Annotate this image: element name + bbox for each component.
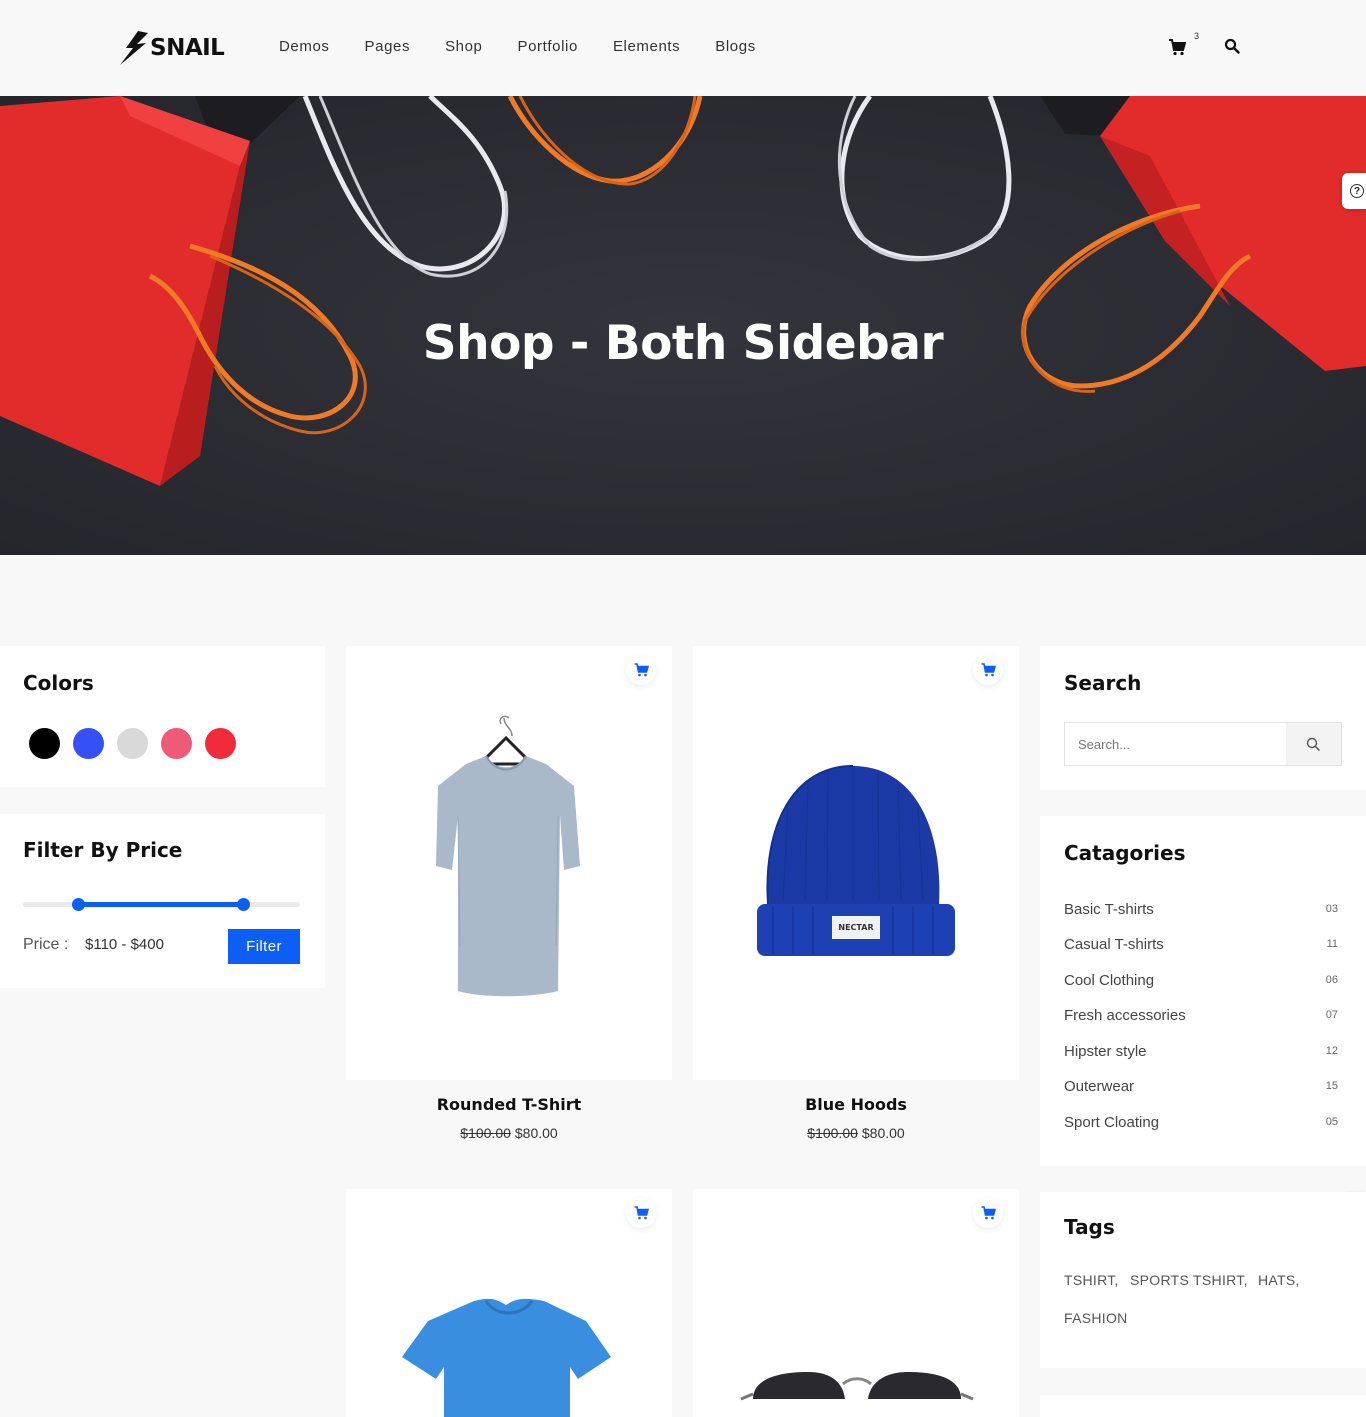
color-swatch-red[interactable] — [205, 728, 236, 759]
product-old-price: $100.00 — [460, 1125, 511, 1141]
main-nav: Demos Pages Shop Portfolio Elements Blog… — [279, 38, 791, 55]
category-label: Cool Clothing — [1064, 972, 1155, 989]
bolt-logo-icon — [120, 31, 148, 65]
color-swatch-black[interactable] — [29, 728, 60, 759]
search-widget: Search — [1040, 646, 1366, 790]
tag-link[interactable]: TSHIRT, — [1064, 1272, 1119, 1288]
search-icon — [1306, 737, 1321, 751]
category-item[interactable]: Cool Clothing 06 — [1064, 972, 1338, 989]
colors-widget: Colors — [0, 646, 325, 787]
product-card[interactable]: NECTAR Blue Hoods $100.00 $80.00 — [693, 646, 1019, 1146]
site-header: SNAIL Demos Pages Shop Portfolio Element… — [0, 0, 1366, 96]
category-count: 11 — [1326, 938, 1338, 950]
product-sale-price: $80.00 — [514, 1125, 558, 1141]
category-count: 15 — [1325, 1080, 1338, 1092]
next-widget — [1040, 1395, 1366, 1417]
add-to-cart-button[interactable] — [973, 655, 1003, 685]
filter-button[interactable]: Filter — [228, 929, 300, 964]
cart-icon — [634, 663, 649, 677]
category-count: 05 — [1325, 1116, 1338, 1128]
product-old-price: $100.00 — [807, 1125, 858, 1141]
tags-widget: Tags TSHIRT, SPORTS TSHIRT, HATS, FASHIO… — [1040, 1192, 1366, 1368]
category-count: 12 — [1325, 1045, 1338, 1057]
categories-widget: Catagories Basic T-shirts 03 Casual T-shi… — [1040, 816, 1366, 1166]
cart-icon — [981, 1206, 996, 1220]
category-item[interactable]: Hipster style 12 — [1064, 1043, 1338, 1060]
nav-shop[interactable]: Shop — [445, 38, 482, 55]
tag-link[interactable]: SPORTS TSHIRT, — [1130, 1272, 1248, 1288]
color-swatch-blue[interactable] — [73, 728, 104, 759]
brand-logo[interactable]: SNAIL — [118, 30, 225, 66]
search-submit-button[interactable] — [1286, 723, 1341, 765]
colors-title: Colors — [23, 671, 94, 695]
price-range-slider[interactable] — [23, 898, 300, 911]
category-count: 06 — [1325, 974, 1338, 986]
product-name[interactable]: Blue Hoods — [693, 1095, 1019, 1114]
nav-pages[interactable]: Pages — [365, 38, 411, 55]
search-title: Search — [1064, 671, 1142, 695]
category-item[interactable]: Casual T-shirts 11 — [1064, 936, 1338, 953]
category-label: Basic T-shirts — [1064, 901, 1154, 918]
tag-link[interactable]: HATS, — [1258, 1272, 1300, 1288]
product-sale-price: $80.00 — [861, 1125, 905, 1141]
color-swatch-gray[interactable] — [117, 728, 148, 759]
sunglasses-image — [740, 1372, 974, 1401]
price-range-value: $110 - $400 — [85, 936, 164, 953]
tshirt-image — [436, 715, 580, 997]
category-count: 07 — [1325, 1009, 1338, 1021]
product-image[interactable]: NECTAR — [693, 646, 1019, 1080]
nav-demos[interactable]: Demos — [279, 38, 330, 55]
categories-title: Catagories — [1064, 841, 1186, 865]
product-image[interactable] — [346, 1189, 672, 1417]
price-min-handle[interactable] — [72, 898, 86, 911]
product-card[interactable] — [346, 1189, 672, 1417]
category-item[interactable]: Basic T-shirts 03 — [1064, 901, 1338, 918]
hero-banner: Shop - Both Sidebar — [0, 96, 1366, 555]
search-icon[interactable] — [1224, 38, 1240, 54]
category-label: Hipster style — [1064, 1043, 1147, 1060]
price-filter-title: Filter By Price — [23, 838, 183, 862]
category-label: Casual T-shirts — [1064, 936, 1164, 953]
cart-icon — [981, 663, 996, 677]
nav-blogs[interactable]: Blogs — [715, 38, 756, 55]
tags-title: Tags — [1064, 1215, 1115, 1239]
product-card[interactable]: Rounded T-Shirt $100.00 $80.00 — [346, 646, 672, 1146]
blue-tshirt-image — [402, 1298, 611, 1417]
category-label: Fresh accessories — [1064, 1007, 1186, 1024]
help-button[interactable]: ? — [1342, 173, 1366, 209]
product-image[interactable] — [693, 1189, 1019, 1417]
product-price: $100.00 $80.00 — [346, 1125, 672, 1141]
category-count: 03 — [1325, 903, 1338, 915]
cart-icon — [634, 1206, 649, 1220]
cart-count-badge: 3 — [1194, 31, 1200, 41]
price-range-fill — [78, 902, 244, 907]
search-box — [1064, 722, 1342, 766]
nav-elements[interactable]: Elements — [613, 38, 680, 55]
product-card[interactable] — [693, 1189, 1019, 1417]
hat-label: NECTAR — [838, 923, 874, 932]
help-icon: ? — [1350, 184, 1364, 198]
category-item[interactable]: Sport Cloating 05 — [1064, 1114, 1338, 1131]
product-price: $100.00 $80.00 — [693, 1125, 1019, 1141]
add-to-cart-button[interactable] — [973, 1198, 1003, 1228]
price-filter-widget: Filter By Price Price : $110 - $400 Filt… — [0, 814, 325, 988]
nav-portfolio[interactable]: Portfolio — [518, 38, 578, 55]
cart-icon[interactable] — [1168, 38, 1186, 56]
page-title: Shop - Both Sidebar — [422, 316, 944, 371]
category-label: Outerwear — [1064, 1078, 1135, 1095]
category-label: Sport Cloating — [1064, 1114, 1160, 1131]
color-swatch-pink[interactable] — [161, 728, 192, 759]
price-max-handle[interactable] — [237, 898, 251, 911]
price-label: Price : — [23, 936, 69, 953]
category-item[interactable]: Outerwear 15 — [1064, 1078, 1338, 1095]
brand-name: SNAIL — [150, 35, 225, 61]
product-name[interactable]: Rounded T-Shirt — [346, 1095, 672, 1114]
tag-link[interactable]: FASHION — [1064, 1310, 1128, 1326]
category-item[interactable]: Fresh accessories 07 — [1064, 1007, 1338, 1024]
add-to-cart-button[interactable] — [626, 1198, 656, 1228]
beanie-image — [757, 765, 955, 956]
add-to-cart-button[interactable] — [626, 655, 656, 685]
search-input[interactable] — [1065, 723, 1287, 765]
product-image[interactable] — [346, 646, 672, 1080]
